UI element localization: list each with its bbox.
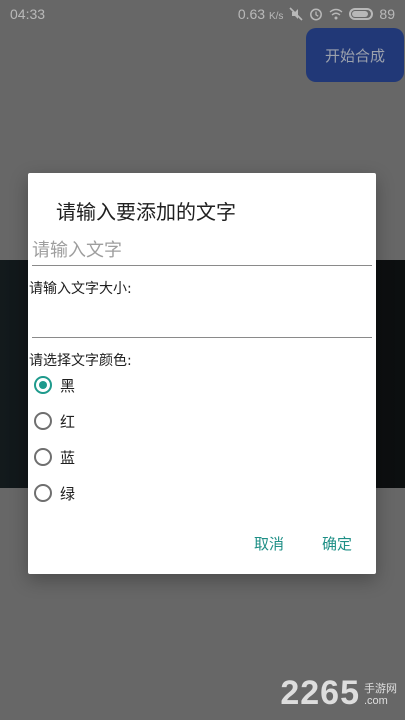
color-option-black[interactable]: 黑	[34, 370, 75, 400]
text-size-input[interactable]	[32, 309, 372, 338]
cancel-button[interactable]: 取消	[254, 533, 284, 554]
watermark-side-bottom: .com	[364, 695, 388, 707]
radio-unchecked-icon	[34, 448, 52, 466]
color-option-red[interactable]: 红	[34, 406, 75, 436]
watermark-side-top: 手游网	[364, 683, 397, 695]
color-option-label: 红	[60, 412, 76, 431]
text-size-label: 请输入文字大小:	[29, 281, 132, 297]
dialog-title: 请输入要添加的文字	[56, 200, 236, 224]
confirm-button[interactable]: 确定	[322, 533, 352, 554]
watermark-main-text: 2265	[280, 674, 360, 712]
radio-unchecked-icon	[34, 484, 52, 502]
color-option-blue[interactable]: 蓝	[34, 442, 75, 472]
watermark-side: 手游网 .com	[364, 683, 397, 710]
radio-checked-icon	[34, 376, 52, 394]
dialog-actions: 取消 确定	[254, 533, 352, 554]
color-option-label: 黑	[60, 376, 76, 395]
text-input[interactable]	[32, 235, 372, 266]
add-text-dialog: 请输入要添加的文字 请输入文字大小: 请选择文字颜色: 黑 红 蓝 绿 取消 确…	[28, 173, 376, 574]
color-option-green[interactable]: 绿	[34, 478, 75, 508]
site-watermark: 2265 手游网 .com	[280, 676, 397, 710]
color-option-label: 绿	[60, 484, 76, 503]
text-color-label: 请选择文字颜色:	[29, 353, 132, 369]
radio-unchecked-icon	[34, 412, 52, 430]
color-option-label: 蓝	[60, 448, 76, 467]
